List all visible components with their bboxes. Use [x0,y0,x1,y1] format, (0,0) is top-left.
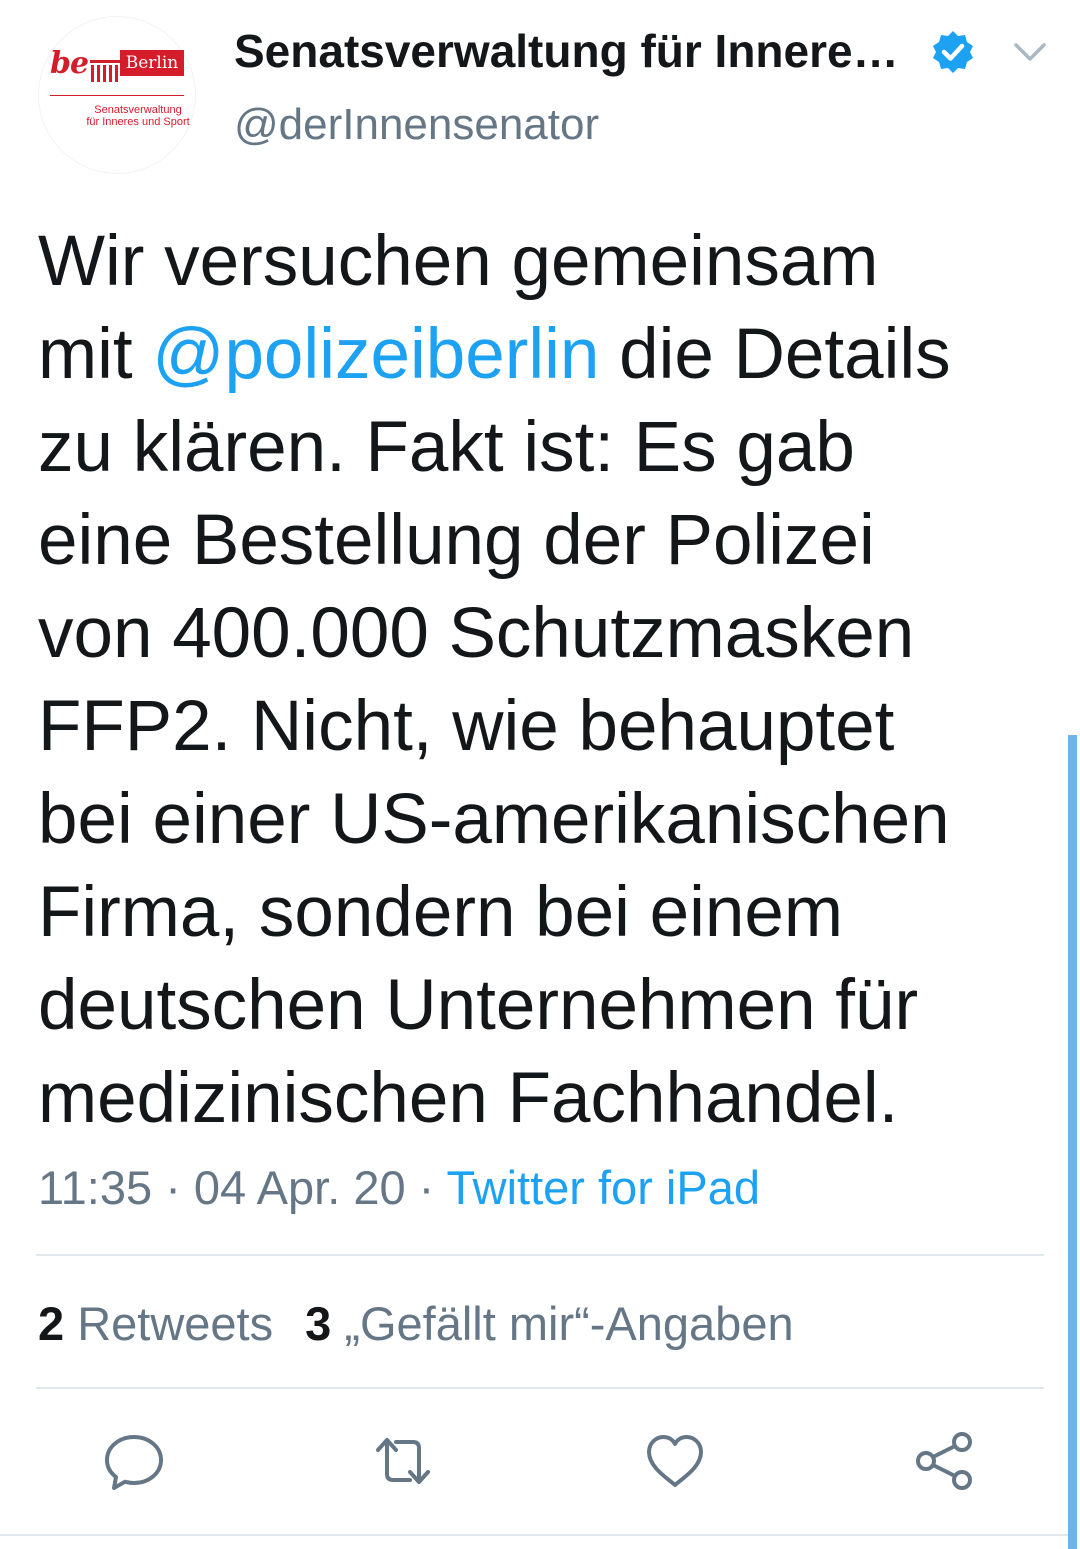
meta-separator: · [152,1161,194,1214]
tweet-line: zu klären. Fakt ist: Es gab [38,408,855,487]
tweet-line: Firma, sondern bei einem [38,873,844,952]
divider [36,1254,1044,1256]
retweets-count: 2 [38,1297,65,1350]
tweet-meta: 11:35 · 04 Apr. 20 · Twitter for iPad [38,1160,760,1215]
retweet-icon[interactable] [370,1428,436,1494]
share-icon[interactable] [911,1428,977,1494]
author-handle[interactable]: @derInnensenator [234,100,599,150]
bottom-divider [0,1534,1068,1536]
verified-badge-icon [933,31,973,73]
avatar-subtitle-line2: für Inneres und Sport [86,116,190,128]
avatar-logo-rule [50,95,184,96]
avatar-logo-subtitle: Senatsverwaltung für Inneres und Sport [78,104,198,128]
tweet-stats: 2 Retweets 3 „Gefällt mir“-Angaben [38,1296,794,1351]
meta-separator: · [405,1161,447,1214]
tweet-line: eine Bestellung der Polizei [38,501,875,580]
tweet-line: Wir versuchen gemeinsam [38,222,879,301]
avatar-subtitle-line1: Senatsverwaltung [94,104,182,116]
tweet-line: mit @polizeiberlin die Details [38,315,951,394]
likes-label: „Gefällt mir“-Angaben [331,1297,794,1350]
brandenburg-gate-icon [90,60,120,82]
tweet-time: 11:35 [38,1161,153,1214]
author-display-name[interactable]: Senatsverwaltung für Innere… [234,24,899,78]
chevron-down-icon[interactable] [1010,36,1050,68]
tweet-line: FFP2. Nicht, wie behauptet [38,687,895,766]
tweet-line: deutschen Unternehmen für [38,966,919,1045]
tweet-line: medizinischen Fachhandel. [38,1059,899,1138]
like-icon[interactable] [642,1428,708,1494]
tweet-text: Wir versuchen gemeinsam mit @polizeiberl… [38,215,1048,1145]
likes-stat[interactable]: 3 „Gefällt mir“-Angaben [305,1297,793,1350]
reply-icon[interactable] [101,1428,167,1494]
avatar-logo-city: Berlin [120,50,184,76]
tweet-date[interactable]: 04 Apr. 20 [194,1161,406,1214]
tweet-line: bei einer US-amerikanischen [38,780,950,859]
tweet-source-link[interactable]: Twitter for iPad [447,1161,760,1214]
divider [36,1387,1044,1389]
avatar[interactable]: be Berlin Senatsverwaltung für Inneres u… [38,16,196,174]
retweets-label: Retweets [64,1297,274,1350]
likes-count: 3 [305,1297,332,1350]
tweet-line: von 400.000 Schutzmasken [38,594,915,673]
scrollbar[interactable] [1068,735,1077,1549]
retweets-stat[interactable]: 2 Retweets [38,1297,273,1350]
mention-link[interactable]: @polizeiberlin [152,315,599,394]
avatar-logo-prefix: be [50,46,89,81]
